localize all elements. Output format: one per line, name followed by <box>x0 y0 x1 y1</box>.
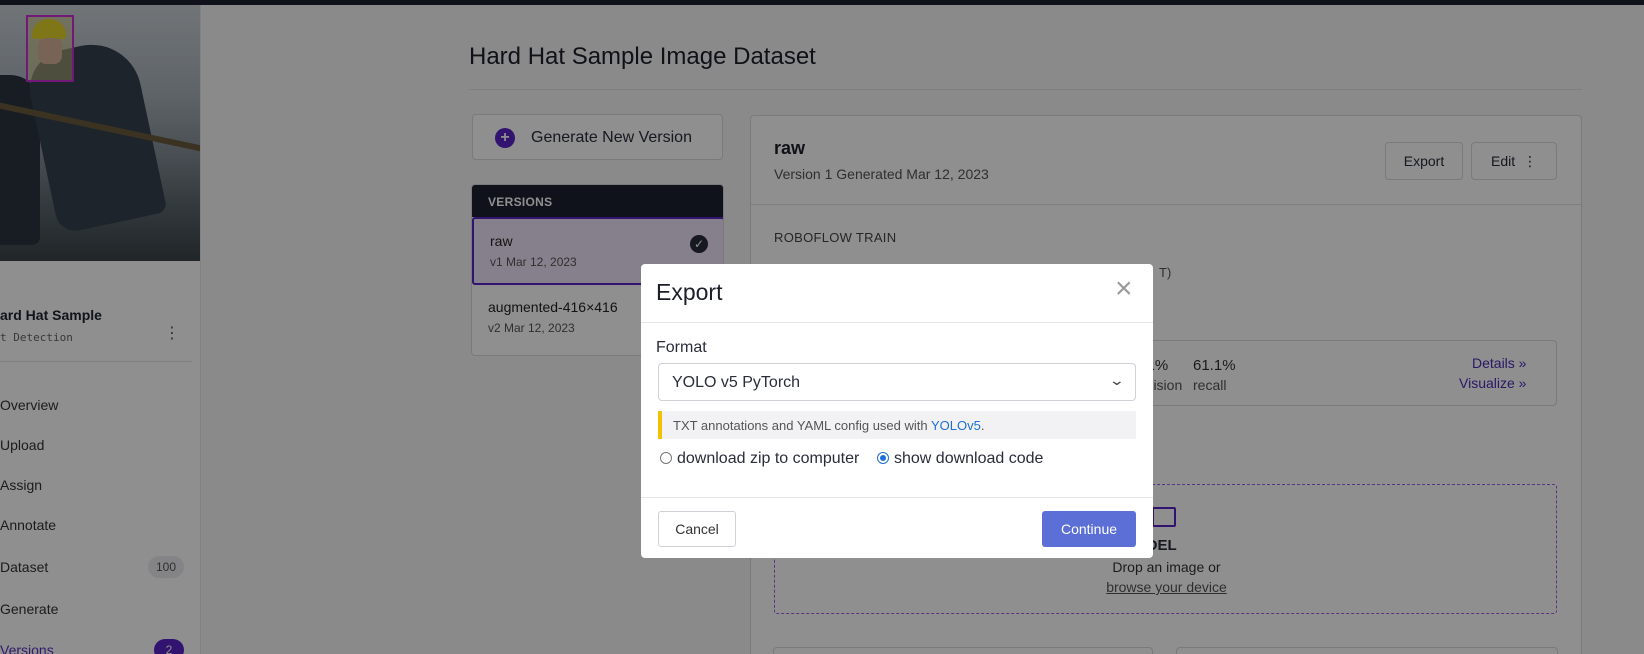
close-icon[interactable]: × <box>1115 274 1133 304</box>
modal-title: Export <box>656 279 723 305</box>
radio-show-code[interactable]: show download code <box>877 450 1043 468</box>
cancel-button[interactable]: Cancel <box>658 511 736 547</box>
format-note: TXT annotations and YAML config used wit… <box>658 411 1136 439</box>
radio-download-zip[interactable]: download zip to computer <box>660 450 859 468</box>
format-label: Format <box>656 339 707 356</box>
chevron-down-icon: ⌄ <box>1108 372 1126 388</box>
radio-button[interactable] <box>660 452 672 464</box>
radio-button-checked[interactable] <box>877 452 889 464</box>
export-modal: Export × Format YOLO v5 PyTorch ⌄ TXT an… <box>641 264 1153 558</box>
modal-divider <box>641 322 1153 323</box>
format-select[interactable]: YOLO v5 PyTorch ⌄ <box>658 363 1136 401</box>
modal-divider <box>641 497 1153 498</box>
continue-button[interactable]: Continue <box>1042 511 1136 547</box>
yolov5-link[interactable]: YOLOv5 <box>931 418 981 433</box>
